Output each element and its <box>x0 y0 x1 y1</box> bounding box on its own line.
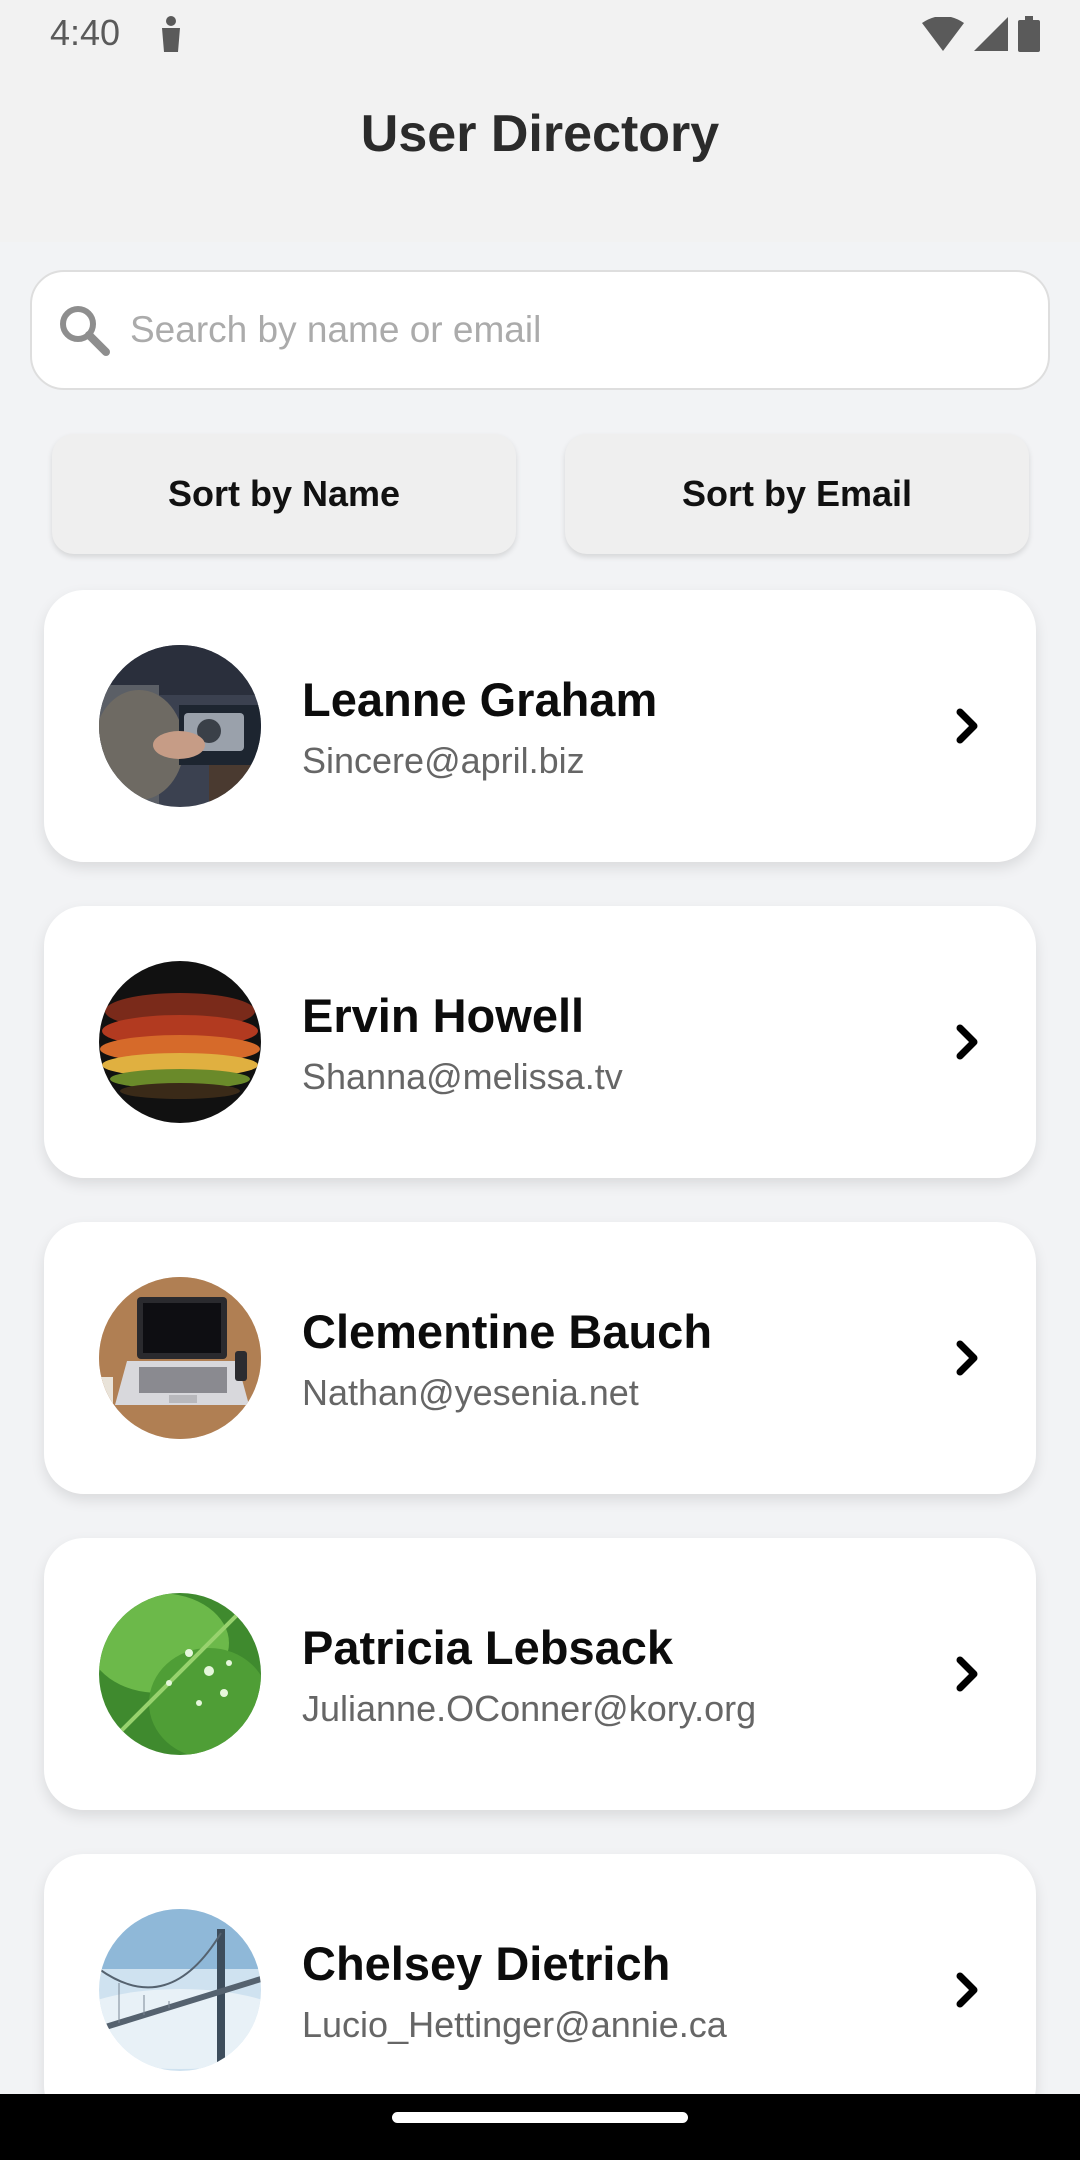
chevron-right-icon <box>956 1024 978 1060</box>
chevron-right-icon <box>956 1972 978 2008</box>
user-card[interactable]: Patricia Lebsack Julianne.OConner@kory.o… <box>44 1538 1036 1810</box>
user-email: Nathan@yesenia.net <box>302 1372 639 1413</box>
search-icon <box>60 306 110 356</box>
sort-by-name-button[interactable]: Sort by Name <box>52 434 516 554</box>
app-header: User Directory <box>0 66 1080 242</box>
user-card[interactable]: Ervin Howell Shanna@melissa.tv <box>44 906 1036 1178</box>
avatar <box>99 1277 261 1439</box>
avatar <box>99 961 261 1123</box>
user-name: Chelsey Dietrich <box>302 1937 671 1990</box>
person-icon <box>162 16 180 52</box>
avatar <box>99 1909 261 2071</box>
user-email: Lucio_Hettinger@annie.ca <box>302 2004 727 2045</box>
status-icons <box>922 14 1040 54</box>
user-name: Clementine Bauch <box>302 1305 713 1358</box>
search-input[interactable] <box>128 308 1012 352</box>
user-card[interactable]: Clementine Bauch Nathan@yesenia.net <box>44 1222 1036 1494</box>
sort-by-email-button[interactable]: Sort by Email <box>565 434 1029 554</box>
user-email: Julianne.OConner@kory.org <box>302 1688 757 1729</box>
search-bar[interactable] <box>30 270 1050 390</box>
signal-icon <box>974 17 1008 51</box>
user-name: Leanne Graham <box>302 673 658 726</box>
camera-photo-avatar <box>99 645 261 807</box>
bridge-photo-avatar <box>99 1909 261 2071</box>
user-card[interactable]: Chelsey Dietrich Lucio_Hettinger@annie.c… <box>44 1854 1036 2126</box>
user-email: Sincere@april.biz <box>302 740 585 781</box>
leaf-photo-avatar <box>99 1593 261 1755</box>
status-time: 4:40 <box>50 12 121 53</box>
user-name: Patricia Lebsack <box>302 1621 673 1674</box>
battery-icon <box>1018 16 1040 52</box>
chevron-right-icon <box>956 1340 978 1376</box>
chevron-right-icon <box>956 708 978 744</box>
laptop-photo-avatar <box>99 1277 261 1439</box>
user-card[interactable]: Leanne Graham Sincere@april.biz <box>44 590 1036 862</box>
navigation-bar <box>0 2094 1080 2160</box>
avatar <box>99 1593 261 1755</box>
avatar <box>99 645 261 807</box>
user-email: Shanna@melissa.tv <box>302 1056 623 1097</box>
screen: 4:40 User Directory Sort b <box>0 0 1080 2160</box>
food-photo-avatar <box>99 961 261 1123</box>
user-name: Ervin Howell <box>302 989 585 1042</box>
chevron-right-icon <box>956 1656 978 1692</box>
status-bar: 4:40 <box>0 0 1080 66</box>
wifi-icon <box>922 17 964 51</box>
page-title: User Directory <box>360 105 720 163</box>
home-indicator[interactable] <box>392 2112 688 2123</box>
